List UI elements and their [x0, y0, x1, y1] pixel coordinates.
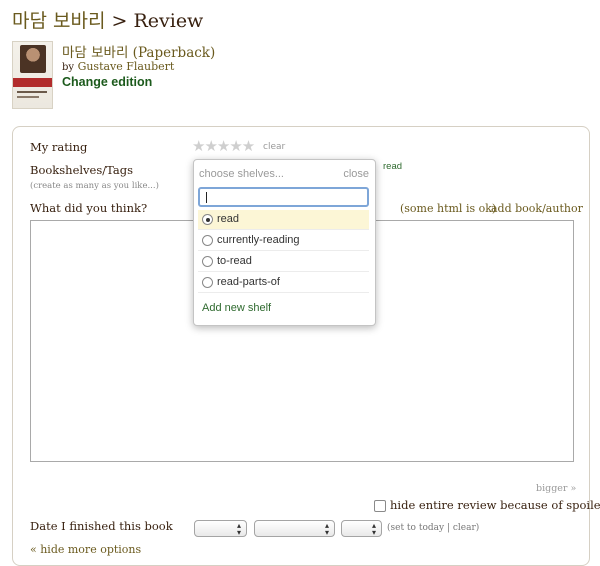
shelf-filter-input[interactable]: [198, 187, 369, 207]
add-book-author-link[interactable]: add book/author: [491, 202, 583, 215]
shelf-option-label: read-parts-of: [217, 276, 280, 288]
radio-unchecked-icon[interactable]: [202, 277, 213, 288]
page-title-suffix: > Review: [105, 10, 204, 32]
bookshelves-hint: (create as many as you like...): [30, 181, 159, 191]
shelf-option-label: to-read: [217, 255, 252, 267]
cover-band: [13, 78, 52, 87]
html-ok-link[interactable]: (some html is ok): [400, 202, 496, 215]
shelf-option-label: read: [217, 213, 240, 225]
set-today-links[interactable]: (set to today | clear): [387, 523, 479, 533]
shelf-chooser-popup: choose shelves... close read currently-r…: [193, 159, 376, 326]
shelf-option-read[interactable]: read: [198, 210, 369, 230]
author-link[interactable]: Gustave Flaubert: [78, 60, 175, 73]
current-shelf-tag[interactable]: read: [383, 161, 402, 172]
hide-spoilers-label: hide entire review because of spoilers: [390, 498, 600, 512]
date-day-select[interactable]: ▴ ▾: [341, 520, 382, 537]
shelf-option-currently-reading[interactable]: currently-reading: [198, 231, 369, 251]
hide-spoilers-checkbox[interactable]: [374, 500, 386, 512]
rating-stars-input[interactable]: ★★★★★: [192, 137, 255, 155]
shelf-option-to-read[interactable]: to-read: [198, 252, 369, 272]
date-month-select[interactable]: ▴ ▾: [254, 520, 335, 537]
shelf-popup-close-link[interactable]: close: [343, 168, 369, 180]
book-title-link[interactable]: 마담 보바리 (Paperback): [62, 41, 215, 61]
my-rating-label: My rating: [30, 140, 88, 154]
date-finished-label: Date I finished this book: [30, 519, 173, 533]
shelf-option-read-parts-of[interactable]: read-parts-of: [198, 273, 369, 293]
add-new-shelf-link[interactable]: Add new shelf: [202, 302, 271, 314]
cover-text-line: [17, 91, 47, 93]
review-label: What did you think?: [30, 201, 148, 215]
select-arrows-icon: ▴ ▾: [236, 521, 241, 537]
radio-unchecked-icon[interactable]: [202, 256, 213, 267]
page-title-book-link[interactable]: 마담 보바리: [12, 10, 105, 32]
cover-text-line: [17, 96, 39, 98]
book-byline: by Gustave Flaubert: [62, 60, 174, 73]
select-arrows-icon: ▴ ▾: [324, 521, 329, 537]
radio-unchecked-icon[interactable]: [202, 235, 213, 246]
shelf-popup-header: choose shelves...: [199, 168, 284, 180]
cover-portrait: [20, 45, 46, 73]
bigger-link[interactable]: bigger »: [536, 483, 576, 494]
byline-by: by: [62, 62, 75, 73]
book-cover-image[interactable]: [12, 41, 53, 109]
select-arrows-icon: ▴ ▾: [371, 521, 376, 537]
page-title: 마담 보바리 > Review: [12, 6, 203, 33]
change-edition-link[interactable]: Change edition: [62, 75, 152, 89]
bookshelves-label: Bookshelves/Tags: [30, 163, 134, 177]
text-caret: [206, 192, 207, 203]
radio-checked-icon[interactable]: [202, 214, 213, 225]
hide-more-options-link[interactable]: « hide more options: [30, 543, 141, 556]
date-year-select[interactable]: ▴ ▾: [194, 520, 247, 537]
rating-clear-link[interactable]: clear: [263, 142, 285, 152]
shelf-option-label: currently-reading: [217, 234, 300, 246]
